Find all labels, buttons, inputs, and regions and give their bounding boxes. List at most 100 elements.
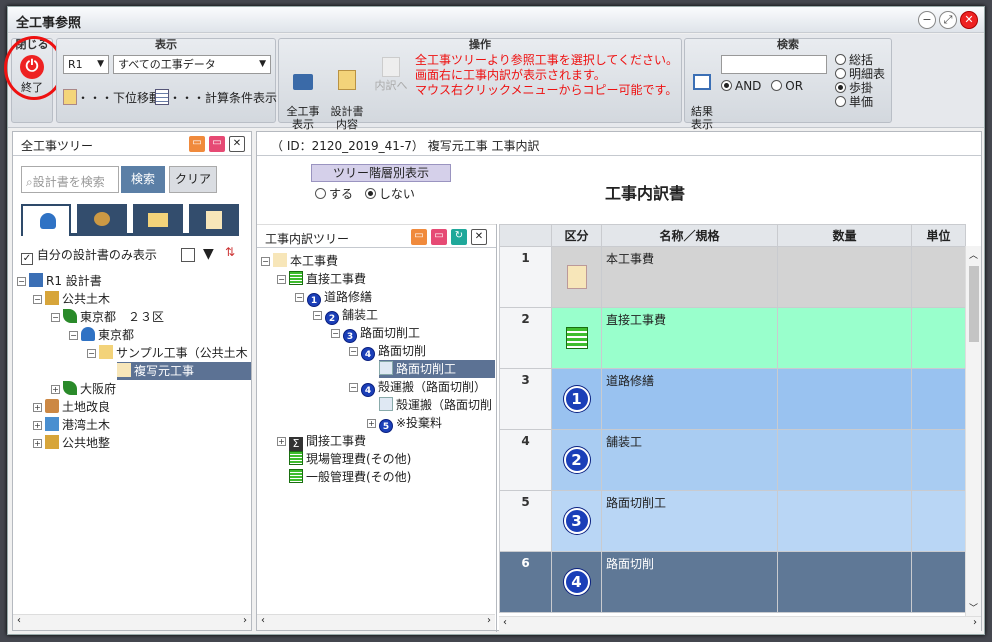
tree-node[interactable]: − 東京都 ２３区 (51, 308, 164, 326)
option-summary[interactable]: 総括 (835, 53, 885, 67)
own-only-checkbox[interactable]: ✓ 自分の設計書のみ表示 (21, 246, 157, 265)
close-icon[interactable]: ✕ (229, 136, 245, 152)
table-row[interactable]: 5 3 路面切削工 (499, 490, 966, 552)
tree-node[interactable]: 一般管理費(その他) (289, 468, 411, 486)
row-name: 舗装工 (601, 429, 778, 491)
col-header-unit[interactable]: 単位 (911, 224, 966, 247)
tree-node[interactable]: −3 路面切削工 (331, 324, 420, 343)
breakdown-button[interactable]: 内訳へ (371, 57, 411, 92)
tree-node[interactable]: −4 路面切削 (349, 342, 426, 361)
option-rate[interactable]: 歩掛 (835, 81, 885, 95)
tree-move-icon (63, 89, 77, 105)
tree-node[interactable]: − 本工事費 (261, 252, 338, 270)
no-radio[interactable]: しない (364, 187, 415, 201)
tree-node-selected[interactable]: 複写元工事 (117, 362, 251, 380)
tree-node[interactable]: 現場管理費(その他) (289, 450, 411, 468)
horizontal-scrollbar[interactable]: ‹ › (499, 616, 981, 632)
tree-node-selected[interactable]: 路面切削工 (379, 360, 495, 378)
or-radio[interactable]: OR (771, 79, 803, 93)
tree-node[interactable]: − サンプル工事（公共土木 (87, 344, 248, 362)
table-row[interactable]: 2 直接工事費 (499, 307, 966, 369)
col-header-qty[interactable]: 数量 (777, 224, 912, 247)
tree-node[interactable]: − R1 設計書 (17, 272, 102, 290)
calc-conditions-button[interactable]: ・・・計算条件表示 (155, 89, 277, 106)
folder-icon[interactable]: ▭ (411, 229, 427, 245)
preview-icon[interactable] (181, 248, 195, 262)
sort-icon[interactable]: ⇅ (225, 245, 235, 259)
message-line: 全工事ツリーより参照工事を選択してください。 (415, 53, 679, 67)
folder-icon[interactable]: ▭ (209, 136, 225, 152)
table-row[interactable]: 3 1 道路修繕 (499, 368, 966, 430)
table-row[interactable]: 4 2 舗装工 (499, 429, 966, 491)
row-kind (551, 307, 602, 369)
tree-level-button[interactable]: ツリー階層別表示 (311, 164, 451, 182)
design-search-input[interactable]: ⌕設計書を検索 (21, 166, 119, 193)
radio-off-icon (835, 68, 846, 79)
scroll-up-icon[interactable]: ︿ (969, 248, 978, 261)
row-name: 路面切削工 (601, 490, 778, 552)
tree-node[interactable]: − 公共土木 (33, 290, 110, 308)
folder-icon[interactable]: ▭ (189, 136, 205, 152)
tree-node[interactable]: −1 道路修繕 (295, 288, 372, 307)
tab-document[interactable] (189, 204, 239, 236)
tree-node[interactable]: + Σ 間接工事費 (277, 432, 366, 451)
and-radio[interactable]: AND (721, 79, 761, 93)
horizontal-scrollbar[interactable]: ‹ › (13, 614, 251, 630)
all-work-button[interactable]: 全工事 表示 (283, 57, 323, 131)
tree-node-label: 一般管理費(その他) (306, 470, 412, 484)
tree-node[interactable]: +5 ※投棄料 (367, 414, 442, 433)
data-select[interactable]: すべての工事データ ▼ (113, 55, 271, 74)
close-icon[interactable]: ✕ (471, 229, 487, 245)
scroll-right-icon[interactable]: › (243, 615, 247, 626)
tree-node[interactable]: + 土地改良 (33, 398, 110, 416)
close-icon[interactable]: ✕ (960, 11, 978, 29)
tree-node[interactable]: − 東京都 (69, 326, 134, 344)
collapse-icon: − (51, 313, 60, 322)
search-button[interactable]: 検索 (121, 166, 165, 193)
move-down-button[interactable]: ・・・下位移動 (63, 89, 161, 106)
computer-icon (293, 74, 313, 90)
col-header-kind[interactable]: 区分 (551, 224, 602, 247)
scroll-thumb[interactable] (969, 266, 979, 342)
table-row[interactable]: 1 本工事費 (499, 246, 966, 308)
year-select[interactable]: R1 ▼ (63, 55, 109, 74)
tree-node[interactable]: + 公共地整 (33, 434, 110, 452)
vertical-scrollbar[interactable]: ︿ ﹀ (965, 246, 981, 616)
scroll-right-icon[interactable]: › (973, 617, 977, 628)
scroll-left-icon[interactable]: ‹ (261, 615, 265, 626)
table-row[interactable]: 6 4 路面切削 (499, 551, 966, 613)
tab-person[interactable] (21, 204, 71, 236)
tree-node[interactable]: − 直接工事費 (277, 270, 366, 288)
search-input[interactable] (721, 55, 827, 74)
tree-node[interactable]: −2 舗装工 (313, 306, 378, 325)
scroll-right-icon[interactable]: › (487, 615, 491, 626)
clear-button[interactable]: クリア (169, 166, 217, 193)
refresh-icon[interactable]: ↻ (451, 229, 467, 245)
result-display-button[interactable]: 結果 表示 (687, 57, 717, 131)
tab-folder[interactable] (133, 204, 183, 236)
person-document-icon (206, 211, 222, 229)
minimize-icon[interactable]: − (918, 11, 936, 29)
expand-icon: + (277, 437, 286, 446)
tree-node[interactable]: + 港湾土木 (33, 416, 110, 434)
col-header-no[interactable] (499, 224, 552, 247)
number-5-icon: 5 (379, 419, 393, 433)
filter-icon[interactable]: ▼ (203, 246, 214, 262)
tree-node[interactable]: 殻運搬（路面切削 (379, 396, 492, 414)
col-header-name[interactable]: 名称／規格 (601, 224, 778, 247)
yes-radio[interactable]: する (315, 187, 353, 201)
tab-group[interactable] (77, 204, 127, 236)
restore-icon[interactable]: ⤢ (939, 11, 957, 29)
option-unit-price[interactable]: 単価 (835, 95, 885, 109)
folder-icon[interactable]: ▭ (431, 229, 447, 245)
tree-node[interactable]: + 大阪府 (51, 380, 116, 398)
scroll-left-icon[interactable]: ‹ (503, 617, 507, 628)
design-content-button[interactable]: 設計書 内容 (327, 57, 367, 131)
breakdown-table: 区分 名称／規格 数量 単位 1 本工事費 2 直接工事費 3 1 道路修繕 4 2 舗装工 5 3 路… (499, 224, 966, 613)
tree-node[interactable]: −4 殻運搬（路面切削） (349, 378, 486, 397)
scroll-left-icon[interactable]: ‹ (17, 615, 21, 626)
scroll-down-icon[interactable]: ﹀ (969, 601, 978, 614)
pen-icon (63, 309, 77, 323)
option-detail[interactable]: 明細表 (835, 67, 885, 81)
horizontal-scrollbar[interactable]: ‹ › (257, 614, 495, 630)
